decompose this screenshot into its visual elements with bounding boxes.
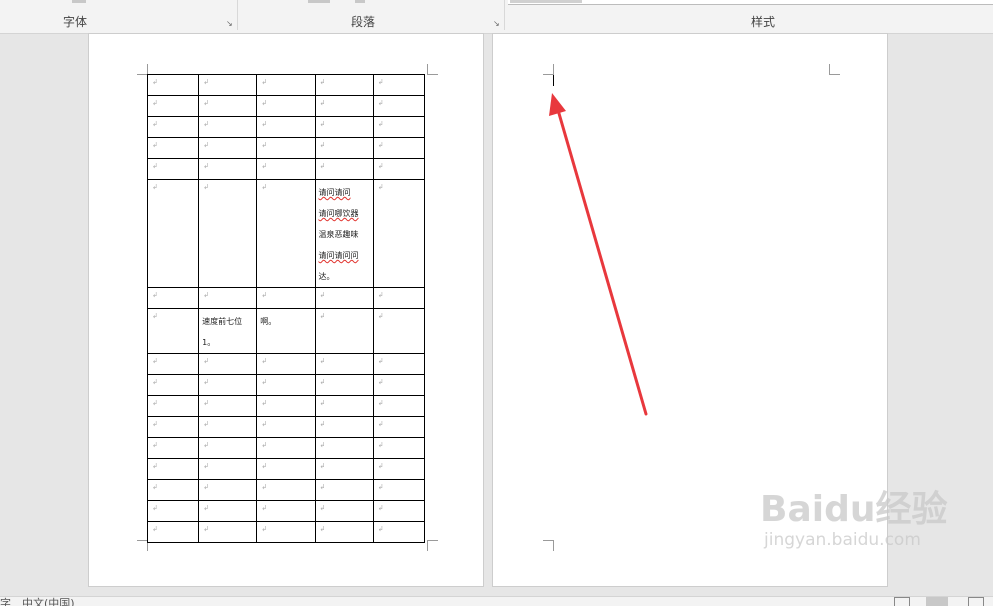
watermark: Baidu经验 jingyan.baidu.com bbox=[760, 489, 948, 551]
watermark-url: jingyan.baidu.com bbox=[764, 530, 921, 550]
annotation-arrow-head bbox=[549, 93, 566, 116]
watermark-brand: Baidu经验 bbox=[760, 489, 948, 530]
annotation-arrow-shaft bbox=[556, 108, 648, 416]
